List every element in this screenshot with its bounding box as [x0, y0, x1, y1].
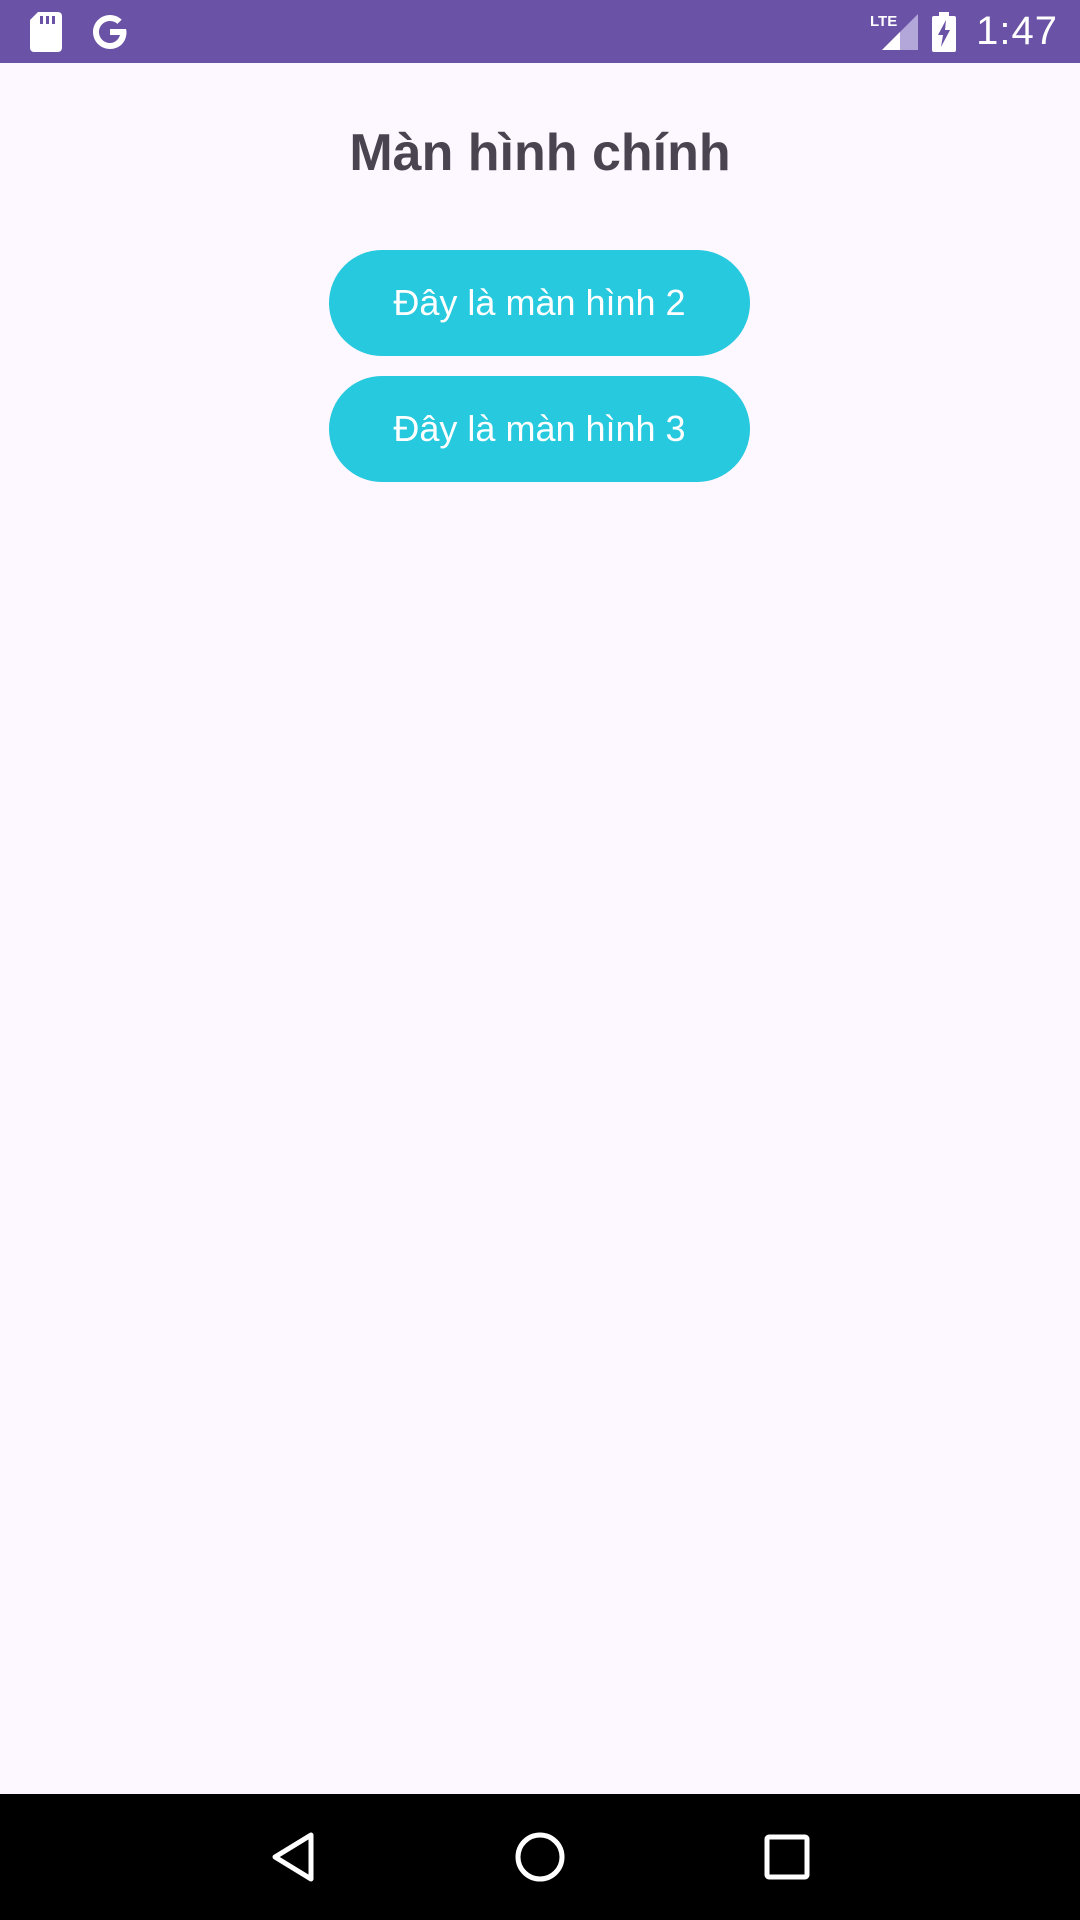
screen-2-button[interactable]: Đây là màn hình 2: [329, 250, 750, 356]
status-time: 1:47: [976, 9, 1058, 53]
page-title: Màn hình chính: [349, 124, 731, 182]
screen-3-button[interactable]: Đây là màn hình 3: [329, 376, 750, 482]
google-icon: [90, 12, 130, 52]
main-screen: Màn hình chính Đây là màn hình 2 Đây là …: [0, 63, 1080, 1794]
system-nav-bar: [0, 1794, 1080, 1920]
back-icon[interactable]: [253, 1817, 333, 1897]
recents-icon[interactable]: [747, 1817, 827, 1897]
home-icon[interactable]: [500, 1817, 580, 1897]
battery-charging-icon: [932, 11, 957, 52]
status-bar: LTE 1:47: [0, 0, 1080, 63]
sd-card-icon: [30, 11, 62, 52]
svg-text:LTE: LTE: [870, 13, 897, 30]
lte-signal-icon: LTE: [870, 12, 919, 52]
status-left: [30, 0, 130, 63]
status-right: LTE 1:47: [870, 0, 1058, 63]
